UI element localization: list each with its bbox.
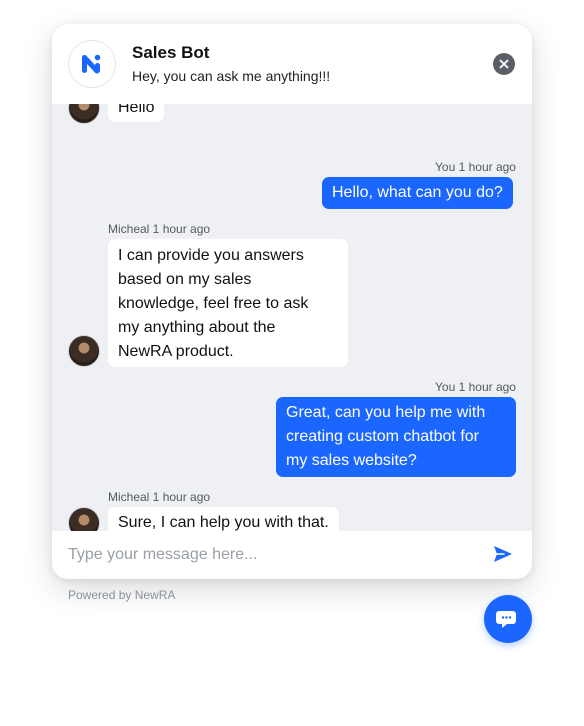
- avatar: [68, 104, 100, 124]
- message-line: creating custom chatbot for: [286, 428, 479, 445]
- send-button[interactable]: [492, 544, 516, 566]
- message-meta: You 1 hour ago: [435, 160, 516, 174]
- message-meta: You 1 hour ago: [435, 380, 516, 394]
- close-button[interactable]: [493, 53, 515, 75]
- message-meta: Micheal 1 hour ago: [108, 490, 211, 504]
- chat-bubble-icon: [496, 611, 516, 628]
- chat-header: Sales Bot Hey, you can ask me anything!!…: [52, 24, 532, 104]
- avatar: [68, 335, 100, 367]
- send-icon: [494, 546, 512, 562]
- close-icon: [499, 59, 509, 69]
- chat-launcher-button[interactable]: [484, 595, 532, 643]
- message-list[interactable]: Hello You 1 hour ago Hello, what can you…: [52, 104, 532, 531]
- chat-subtitle: Hey, you can ask me anything!!!: [132, 68, 331, 84]
- message-line: NewRA product.: [118, 343, 234, 360]
- message-line: knowledge, feel free to ask: [118, 295, 309, 312]
- message-line: based on my sales: [118, 271, 252, 288]
- chat-title: Sales Bot: [132, 43, 210, 62]
- avatar: [68, 507, 100, 531]
- message-line: Great, can you help me with: [286, 404, 486, 421]
- message-line: my sales website?: [286, 452, 417, 469]
- message-input[interactable]: [52, 531, 472, 579]
- message-line: I can provide you answers: [118, 247, 304, 264]
- composer: [52, 531, 532, 579]
- newra-logo-icon: [68, 40, 116, 88]
- bot-message: Sure, I can help you with that.: [108, 507, 339, 531]
- bot-message: Hello: [108, 104, 165, 122]
- message-line: my anything about the: [118, 319, 276, 336]
- user-message: Hello, what can you do?: [322, 177, 513, 209]
- message-meta: Micheal 1 hour ago: [108, 222, 211, 236]
- bot-message: I can provide you answers based on my sa…: [108, 239, 348, 367]
- user-message: Great, can you help me with creating cus…: [276, 397, 516, 477]
- powered-by-label: Powered by NewRA: [68, 588, 176, 602]
- chat-widget: Sales Bot Hey, you can ask me anything!!…: [52, 24, 532, 579]
